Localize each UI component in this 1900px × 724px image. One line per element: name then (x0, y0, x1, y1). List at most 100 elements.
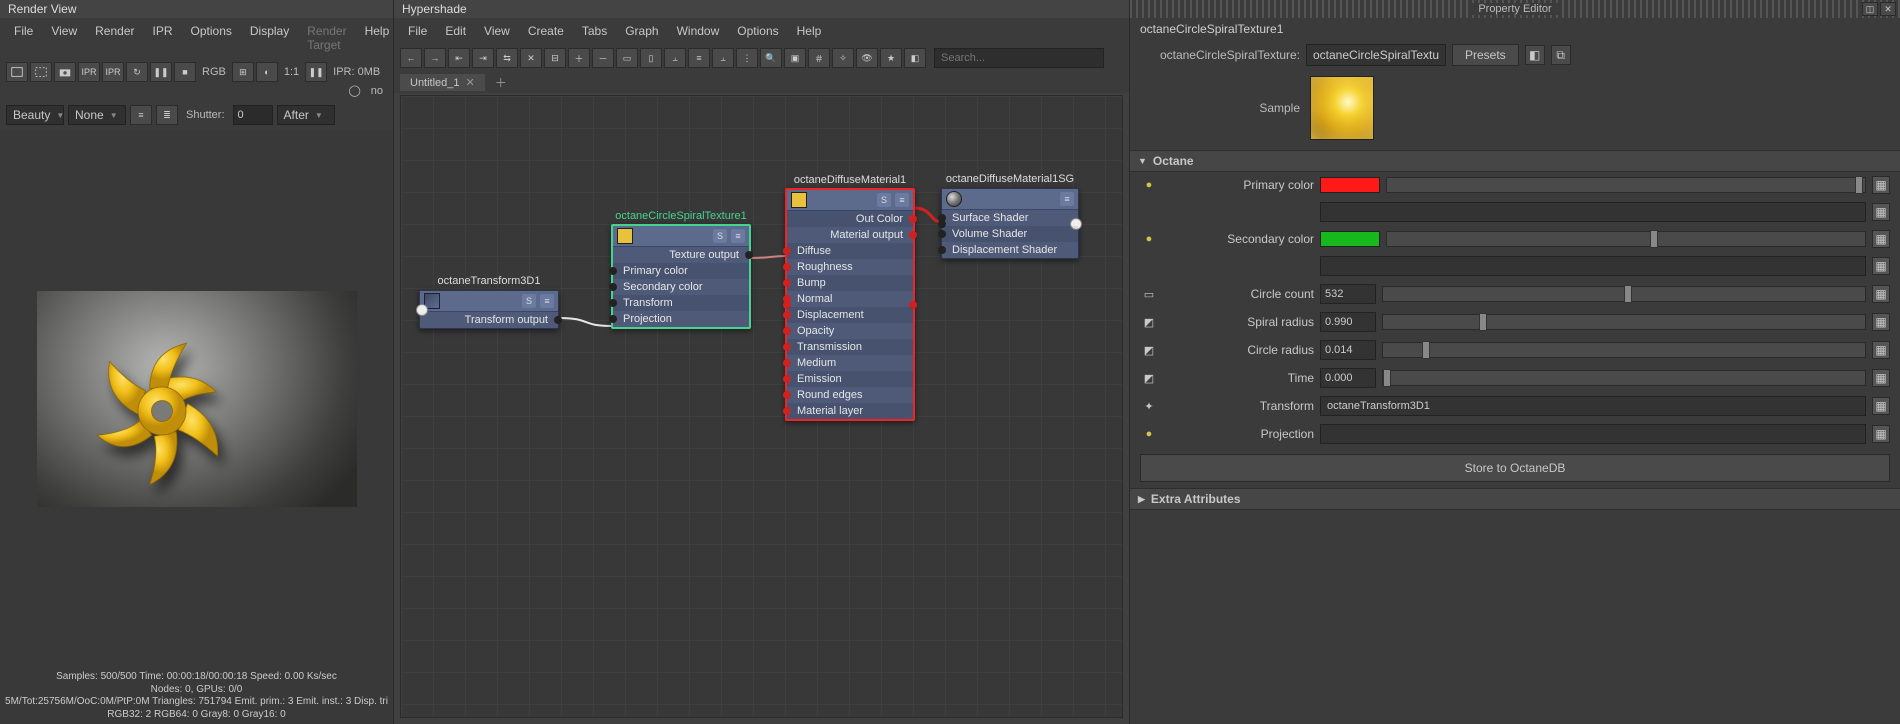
bars-icon[interactable]: ≡ (895, 193, 909, 207)
hs-menu-graph[interactable]: Graph (617, 22, 666, 40)
s-icon[interactable]: S (877, 193, 891, 207)
port-in[interactable] (783, 311, 791, 319)
sampler-dropdown[interactable]: None▼ (68, 105, 126, 125)
in-transmission[interactable]: Transmission (787, 339, 913, 355)
in-diffuse[interactable]: Diffuse (787, 243, 913, 259)
s-icon[interactable]: S (522, 294, 536, 308)
grid-toggle-icon[interactable]: ＃ (808, 48, 830, 68)
menu-help[interactable]: Help (357, 22, 398, 54)
align-right-icon[interactable]: ⫠ (712, 48, 734, 68)
port-in[interactable] (783, 375, 791, 383)
slider[interactable] (1386, 177, 1866, 193)
out-material[interactable]: Material output (787, 227, 913, 243)
port-in[interactable] (938, 230, 946, 238)
hs-menu-view[interactable]: View (476, 22, 518, 40)
node-transform3d[interactable]: octaneTransform3D1 S≡ Transform output (419, 290, 559, 329)
value-input[interactable] (1320, 424, 1866, 444)
shutter-mode-dropdown[interactable]: After▼ (277, 105, 335, 125)
slider[interactable] (1382, 342, 1866, 358)
port-in[interactable] (609, 315, 617, 323)
section-extra-attrs[interactable]: ▶Extra Attributes (1130, 488, 1900, 510)
add-tab-button[interactable]: ＋ (489, 74, 513, 91)
in-volume-shader[interactable]: Volume Shader (942, 226, 1078, 242)
port-in[interactable] (783, 263, 791, 271)
port-in[interactable] (609, 283, 617, 291)
menu-ipr[interactable]: IPR (145, 22, 181, 54)
port-in[interactable] (783, 327, 791, 335)
out-color[interactable]: Out Color (787, 211, 913, 227)
close-tab-icon[interactable]: ✕ (466, 76, 475, 89)
color-field[interactable] (1320, 256, 1866, 276)
graph-both-icon[interactable]: ⇆ (496, 48, 518, 68)
bars-icon[interactable]: ≡ (540, 294, 554, 308)
slider[interactable] (1382, 370, 1866, 386)
layout-2-icon[interactable]: ▯ (640, 48, 662, 68)
show-icon[interactable]: 👁 (856, 48, 878, 68)
add-selected-icon[interactable]: ＋ (568, 48, 590, 68)
align-left-icon[interactable]: ⫠ (664, 48, 686, 68)
out-transform[interactable]: Transform output (420, 312, 558, 328)
bookmark-icon[interactable]: ★ (880, 48, 902, 68)
map-button[interactable]: ▦ (1872, 341, 1890, 359)
map-button[interactable]: ▦ (1872, 285, 1890, 303)
snap-icon[interactable]: ✧ (832, 48, 854, 68)
presets-button[interactable]: Presets (1452, 44, 1519, 66)
node-diffuse-material[interactable]: octaneDiffuseMaterial1 S≡ Out Color Mate… (785, 188, 915, 421)
close-icon[interactable]: ✕ (1880, 2, 1896, 16)
slider[interactable] (1382, 314, 1866, 330)
out-texture[interactable]: Texture output (613, 247, 749, 263)
ipr-refresh-icon[interactable]: ↻ (126, 62, 148, 82)
port-in[interactable] (783, 391, 791, 399)
hs-menu-file[interactable]: File (400, 22, 435, 40)
port-in[interactable] (938, 246, 946, 254)
in-surface-shader[interactable]: Surface Shader (942, 210, 1078, 226)
store-button[interactable]: Store to OctaneDB (1140, 454, 1890, 482)
port-in[interactable] (783, 343, 791, 351)
port-in[interactable] (783, 279, 791, 287)
exposure-icon[interactable]: ◐ (256, 62, 278, 82)
frame-all-icon[interactable]: ▣ (784, 48, 806, 68)
in-projection[interactable]: Projection (613, 311, 749, 327)
in-roughness[interactable]: Roughness (787, 259, 913, 275)
menu-file[interactable]: File (6, 22, 41, 54)
in-secondary-color[interactable]: Secondary color (613, 279, 749, 295)
copy-tab-icon[interactable]: ⧉ (1551, 45, 1571, 65)
port-in[interactable] (938, 214, 946, 222)
bars-icon[interactable]: ≡ (731, 229, 745, 243)
search-input[interactable] (934, 48, 1104, 68)
settings-icon[interactable]: ≡ (130, 105, 152, 125)
port-in[interactable] (783, 407, 791, 415)
map-button[interactable]: ▦ (1872, 203, 1890, 221)
in-primary-color[interactable]: Primary color (613, 263, 749, 279)
value-input[interactable] (1320, 368, 1376, 388)
value-input[interactable] (1320, 284, 1376, 304)
in-bump[interactable]: Bump (787, 275, 913, 291)
port-out[interactable] (909, 215, 917, 223)
in-displacement[interactable]: Displacement (787, 307, 913, 323)
menu-display[interactable]: Display (242, 22, 297, 54)
port-out[interactable] (745, 251, 753, 259)
color-swatch[interactable] (1320, 177, 1380, 193)
menu-render[interactable]: Render (87, 22, 142, 54)
graph-in-icon[interactable]: ⇤ (448, 48, 470, 68)
port-out[interactable] (909, 231, 917, 239)
graph-out-icon[interactable]: ⇥ (472, 48, 494, 68)
node-shading-group[interactable]: octaneDiffuseMaterial1SG ≡ Surface Shade… (941, 188, 1079, 259)
color-swatch[interactable] (1320, 231, 1380, 247)
ipr-start-icon[interactable]: IPR (78, 62, 100, 82)
zoom-icon[interactable]: 🔍 (760, 48, 782, 68)
map-button[interactable]: ▦ (1872, 230, 1890, 248)
map-button[interactable]: ▦ (1872, 176, 1890, 194)
hs-menu-create[interactable]: Create (520, 22, 572, 40)
bars-icon[interactable]: ≡ (1060, 192, 1074, 206)
in-opacity[interactable]: Opacity (787, 323, 913, 339)
slider[interactable] (1386, 231, 1866, 247)
port-in[interactable] (783, 295, 791, 303)
show-hide-icon[interactable]: ◧ (1525, 45, 1545, 65)
ipr-region-icon[interactable]: IPR (102, 62, 124, 82)
channel-toggle-icon[interactable]: ⊞ (232, 62, 254, 82)
remove-selected-icon[interactable]: － (592, 48, 614, 68)
slider[interactable] (1382, 286, 1866, 302)
port-in[interactable] (783, 359, 791, 367)
graph-tab[interactable]: Untitled_1 ✕ (400, 74, 485, 91)
